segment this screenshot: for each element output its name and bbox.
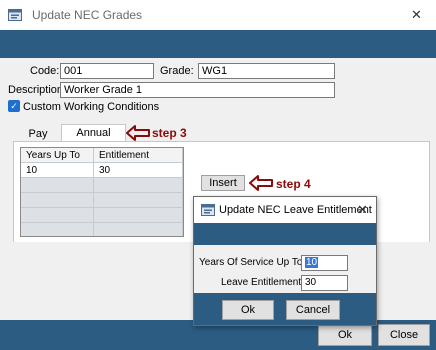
dialog-ok-button[interactable]: Ok [222, 300, 274, 320]
app-icon [201, 204, 215, 216]
grid-empty-row [21, 208, 94, 223]
close-icon[interactable]: ✕ [411, 7, 422, 23]
leave-grid[interactable]: Years Up To Entitlement 10 30 [20, 147, 184, 237]
step3-annotation: step 3 [152, 126, 187, 140]
grid-empty-row [21, 223, 94, 236]
grid-cell-entitlement[interactable]: 30 [94, 163, 183, 178]
years-value-selection: 10 [305, 257, 319, 268]
close-icon[interactable]: ✕ [357, 202, 368, 218]
years-of-service-field[interactable]: 10 [301, 255, 348, 271]
description-field[interactable]: Worker Grade 1 [60, 82, 335, 98]
window-title: Update NEC Grades [32, 8, 143, 22]
leave-entitlement-field[interactable]: 30 [301, 275, 348, 291]
leave-entitlement-label: Leave Entitlement: [221, 277, 304, 288]
grid-cell-years[interactable]: 10 [21, 163, 94, 178]
ok-button[interactable]: Ok [318, 324, 372, 346]
custom-working-conditions-checkbox[interactable]: ✓ [8, 100, 20, 112]
header-band [0, 30, 436, 58]
insert-button[interactable]: Insert [201, 175, 245, 191]
step3-arrow-icon [126, 125, 150, 141]
grid-empty-row [21, 178, 94, 193]
grid-empty-row [94, 178, 183, 193]
dialog-title: Update NEC Leave Entitlement [219, 204, 372, 216]
grid-empty-row [94, 193, 183, 208]
grid-empty-row [94, 223, 183, 236]
title-bar: Update NEC Grades ✕ [0, 0, 436, 30]
dialog-header-band [194, 223, 376, 245]
grid-header-years[interactable]: Years Up To [21, 148, 94, 163]
grade-label: Grade: [160, 65, 194, 77]
app-icon [8, 9, 22, 21]
dialog-title-bar: Update NEC Leave Entitlement ✕ [194, 197, 376, 223]
years-of-service-label: Years Of Service Up To: [199, 257, 306, 268]
description-label: Description: [8, 84, 67, 96]
leave-entitlement-dialog: Update NEC Leave Entitlement ✕ Years Of … [193, 196, 377, 326]
dialog-cancel-button[interactable]: Cancel [286, 300, 340, 320]
close-button[interactable]: Close [378, 324, 430, 346]
code-field[interactable]: 001 [60, 63, 154, 79]
grid-empty-row [21, 193, 94, 208]
grid-header-entitlement[interactable]: Entitlement [94, 148, 183, 163]
code-label: Code: [30, 65, 60, 77]
step4-arrow-icon [249, 175, 273, 191]
custom-working-conditions-label: Custom Working Conditions [23, 101, 160, 113]
tab-pay-rates[interactable]: Pay Rates [15, 126, 61, 156]
grade-field[interactable]: WG1 [198, 63, 335, 79]
step4-annotation: step 4 [276, 177, 311, 191]
grid-empty-row [94, 208, 183, 223]
